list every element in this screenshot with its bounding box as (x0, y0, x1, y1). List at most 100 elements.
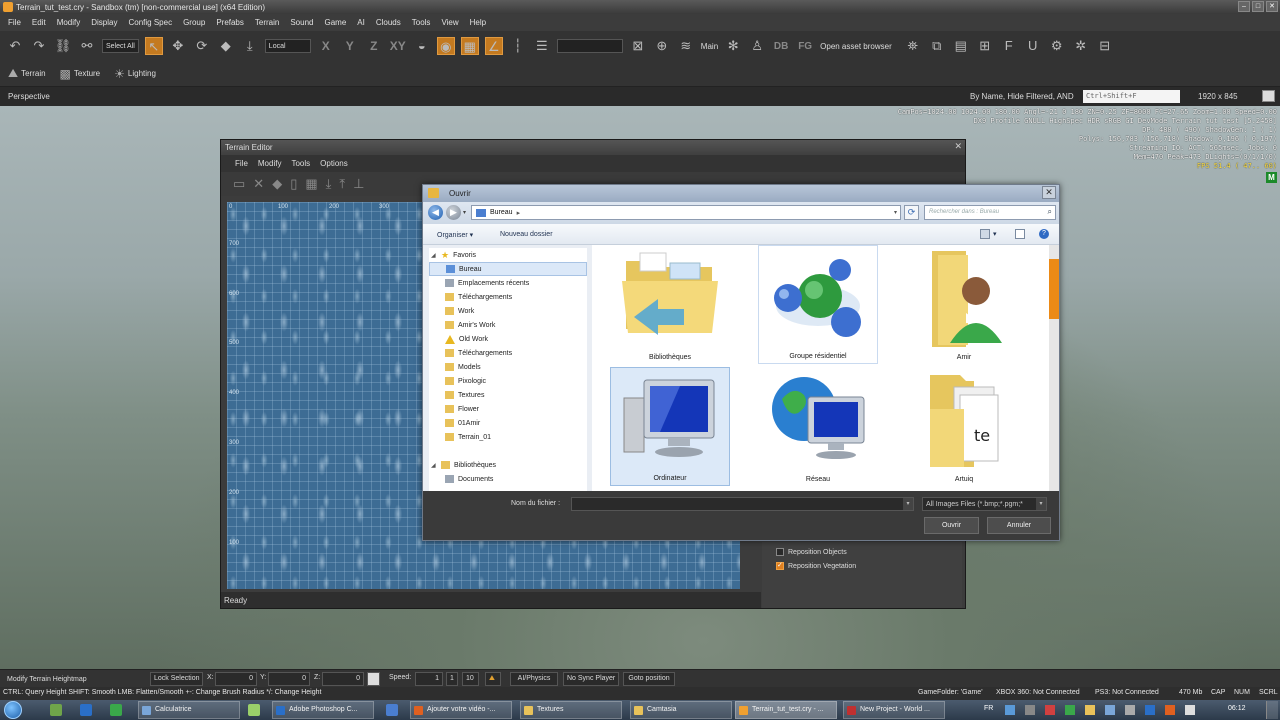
ai-physics-button[interactable]: AI/Physics (510, 672, 558, 686)
quicklaunch-explorer-icon[interactable] (386, 704, 398, 716)
task-sandbox[interactable]: Terrain_tut_test.cry - ... (735, 701, 837, 719)
tree-libraries[interactable]: ◢ Bibliothèques (429, 458, 587, 472)
snap-to-terrain-icon[interactable]: ⤓ (241, 37, 259, 55)
x-coord-input[interactable]: 0 (215, 672, 257, 686)
undo-icon[interactable]: ↶ (6, 37, 24, 55)
filetype-select[interactable]: All Images Files (*.bmp;*.pgm;* ▾ (922, 497, 1047, 511)
menu-config-spec[interactable]: Config Spec (128, 18, 172, 27)
facial-icon[interactable]: F (1000, 37, 1018, 55)
named-selection-select[interactable] (556, 39, 623, 53)
new-folder-button[interactable]: Nouveau dossier (500, 231, 553, 238)
menu-tools[interactable]: Tools (412, 18, 431, 27)
volume-icon[interactable] (1185, 705, 1195, 715)
address-dropdown-icon[interactable]: ▾ (894, 209, 897, 216)
coord-space-select[interactable]: Local (264, 39, 311, 53)
tree-documents[interactable]: Documents (429, 472, 587, 486)
breadcrumb-chevron-icon[interactable]: ▸ (517, 209, 521, 217)
close-button[interactable]: ✕ (1266, 1, 1278, 12)
tray-icon[interactable] (1145, 705, 1155, 715)
texture-button[interactable]: ▩ Texture (60, 67, 101, 81)
menu-view[interactable]: View (441, 18, 458, 27)
heightmap-icon[interactable]: ▦ (305, 176, 317, 192)
show-desktop-button[interactable] (1266, 701, 1278, 719)
database-button[interactable]: DB (772, 41, 790, 52)
lock-icon[interactable] (367, 672, 380, 686)
lock-selection-button[interactable]: Lock Selection (150, 672, 203, 686)
speed-preset-10[interactable]: 10 (462, 672, 479, 686)
view-dropdown-icon[interactable]: ▾ (993, 230, 997, 238)
task-calculatrice[interactable]: Calculatrice (138, 701, 240, 719)
camera-icon[interactable]: ◉ (436, 37, 455, 55)
angle-snap-icon[interactable]: ∠ (484, 37, 503, 55)
flowgraph-button[interactable]: FG (796, 41, 814, 52)
quicklaunch-app-icon[interactable] (248, 704, 260, 716)
axis-xy-button[interactable]: XY (389, 39, 407, 53)
tray-icon[interactable] (1125, 705, 1135, 715)
start-button[interactable] (4, 701, 22, 719)
tree-bureau[interactable]: Bureau (429, 262, 587, 276)
task-camtasia[interactable]: Camtasia (630, 701, 732, 719)
cancel-button[interactable]: Annuler (987, 517, 1051, 534)
menu-terrain[interactable]: Terrain (255, 18, 279, 27)
expand-icon[interactable]: ◢ (431, 252, 437, 259)
erase-icon[interactable]: ◆ (272, 176, 282, 192)
reposition-objects-checkbox[interactable] (776, 548, 784, 556)
menu-file[interactable]: File (8, 18, 21, 27)
frame-icon[interactable]: ▯ (290, 176, 297, 192)
table-icon[interactable]: ⊞ (976, 37, 994, 55)
back-button[interactable]: ◀ (428, 205, 443, 220)
help-icon[interactable]: ? (1039, 229, 1049, 239)
terrain-button[interactable]: ⛰ Terrain (8, 66, 46, 81)
menu-sound[interactable]: Sound (290, 18, 313, 27)
task-world-machine[interactable]: New Project - World ... (843, 701, 945, 719)
tray-icon[interactable] (1045, 705, 1055, 715)
terrain-follow-icon[interactable]: ⛰ (485, 672, 501, 686)
y-coord-input[interactable]: 0 (268, 672, 310, 686)
delete-icon[interactable]: ✕ (253, 176, 264, 192)
speed-preset-1[interactable]: 1 (446, 672, 458, 686)
item-bibliotheques[interactable]: Bibliothèques (610, 245, 730, 364)
item-groupe-residentiel[interactable]: Groupe résidentiel (758, 245, 878, 364)
menu-help[interactable]: Help (470, 18, 486, 27)
close-icon[interactable]: ✕ (954, 141, 962, 152)
te-menu-file[interactable]: File (235, 159, 248, 168)
menu-group[interactable]: Group (183, 18, 205, 27)
tray-icon[interactable] (1065, 705, 1075, 715)
move-tool-icon[interactable]: ✥ (169, 37, 187, 55)
menu-modify[interactable]: Modify (57, 18, 81, 27)
filetype-dropdown-icon[interactable]: ▾ (1036, 498, 1046, 510)
tray-icon[interactable] (1085, 705, 1095, 715)
forward-button[interactable]: ▶ (446, 205, 461, 220)
no-sync-player-button[interactable]: No Sync Player (563, 672, 619, 686)
grid-icon[interactable]: ▤ (952, 37, 970, 55)
helper-icon[interactable]: ⛯ (904, 37, 922, 55)
dialog-close-button[interactable]: ✕ (1042, 186, 1056, 199)
ui-icon[interactable]: U (1024, 37, 1042, 55)
refresh-button[interactable]: ⟳ (904, 205, 919, 220)
menu-ai[interactable]: AI (357, 18, 365, 27)
tree-models[interactable]: Models (429, 360, 587, 374)
goto-position-button[interactable]: Goto position (623, 672, 675, 686)
terrain-snap-icon[interactable]: ◒ (413, 37, 431, 55)
open-folder-icon[interactable]: ▭ (233, 176, 245, 192)
cubes-icon[interactable]: ⧉ (928, 37, 946, 55)
smooth-icon[interactable]: ⊥ (353, 176, 364, 192)
tray-icon[interactable] (1025, 705, 1035, 715)
quicklaunch-recycle-icon[interactable] (50, 704, 62, 716)
tree-textures[interactable]: Textures (429, 388, 587, 402)
export-icon[interactable]: ⤒ (339, 176, 345, 192)
tree-terrain-01[interactable]: Terrain_01 (429, 430, 587, 444)
tree-amirs-work[interactable]: Amir's Work (429, 318, 587, 332)
open-asset-browser-button[interactable]: Open asset browser (820, 42, 892, 51)
character-icon[interactable]: ♙ (748, 37, 766, 55)
reposition-vegetation-checkbox[interactable] (776, 561, 784, 570)
te-menu-modify[interactable]: Modify (258, 159, 282, 168)
axis-x-button[interactable]: X (317, 39, 335, 53)
import-icon[interactable]: ⤓ (326, 176, 332, 192)
quicklaunch-skype-icon[interactable] (110, 704, 122, 716)
address-breadcrumb[interactable]: Bureau (490, 209, 513, 216)
reposition-objects-option[interactable]: Reposition Objects (776, 545, 962, 559)
filename-dropdown-icon[interactable]: ▾ (903, 498, 913, 510)
link-icon[interactable]: ⛓ (54, 37, 72, 55)
te-menu-options[interactable]: Options (320, 159, 348, 168)
